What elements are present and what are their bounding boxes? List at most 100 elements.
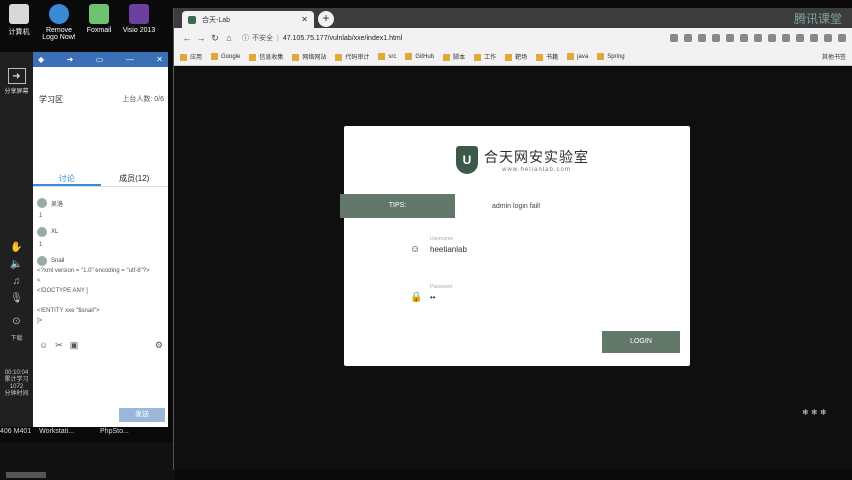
desktop-icon-computer[interactable]: 计算机 [0,0,38,48]
bookmark-item[interactable]: 信息收集 [249,52,283,61]
logo-title: 合天网安实验室 [484,150,589,166]
bookmark-item[interactable]: 工作 [474,52,496,61]
password-field[interactable]: 🔒 Password •• [410,284,452,304]
gear-icon[interactable]: ⚙ [155,340,163,351]
extension-icon[interactable] [782,34,790,42]
stats-line: 累计学习 [4,377,29,383]
bookmark-item[interactable]: 书籍 [536,52,558,61]
bookmark-item[interactable]: java [567,52,588,60]
star-icon[interactable] [684,34,692,42]
google-icon [211,52,219,60]
mic-icon[interactable]: 🎙 [10,293,23,304]
key-icon[interactable] [670,34,678,42]
window-icon[interactable]: ▭ [96,55,104,64]
desktop-icon-foxmail[interactable]: Foxmail [80,0,118,48]
extension-icon[interactable] [824,34,832,42]
message-body: 1 [39,213,43,219]
login-card: U 合天网安实验室 www.hetianlab.com TIPS: admin … [340,126,690,366]
bookmark-label: GitHub [415,54,435,61]
close-icon[interactable]: ✕ [156,55,163,64]
tab-members[interactable]: 成员(12) [101,171,169,186]
desktop-icon-label: 计算机 [8,29,30,36]
new-tab-button[interactable]: + [318,11,334,27]
folder-icon [567,52,575,60]
share-screen-label: 分享屏幕 [4,89,29,95]
desktop-icon-visio[interactable]: Visio 2013 [120,0,158,48]
info-icon[interactable]: ⓘ [242,33,249,43]
bookmark-item[interactable]: Google [211,52,240,60]
room-title: 学习区 [39,95,63,104]
extension-icon[interactable] [740,34,748,42]
emoji-icon[interactable]: ☺ [39,340,48,351]
extension-icon[interactable] [712,34,720,42]
visio-icon [129,4,149,24]
taskbar-button[interactable] [6,472,46,478]
desktop-icon-label: Foxmail [86,27,112,34]
download-icon[interactable]: ⊙ [12,316,20,327]
scissors-icon[interactable]: ✂ [55,340,63,351]
address-bar[interactable]: ⓘ 不安全 | 47.105.75.177/vulnlab/xxe/index1… [242,33,402,43]
bookmark-item[interactable]: 脚本 [443,52,465,61]
security-label: 不安全 [252,35,273,42]
foxmail-icon [89,4,109,24]
code-line: ]> [37,318,43,324]
home-icon[interactable]: ⌂ [222,33,236,43]
reload-icon[interactable]: ↻ [208,33,222,44]
taskbar-item[interactable]: Workstati... [39,428,74,440]
extension-icon[interactable] [796,34,804,42]
logo-subtitle: www.hetianlab.com [502,167,571,173]
shield-logo-icon: U [456,146,478,174]
menu-icon[interactable] [838,34,846,42]
password-input[interactable]: •• [430,293,452,302]
music-icon[interactable]: ♫ [13,276,21,287]
taskbar-item[interactable]: PhpSto... [100,428,129,440]
folder-icon [474,53,482,61]
bookmark-item[interactable]: 网络网站 [292,52,326,61]
tab-discussion[interactable]: 讨论 [33,171,101,186]
taskbar-item[interactable]: 406 M401 [0,428,31,440]
extension-icon[interactable] [810,34,818,42]
browser-toolbar: ← → ↻ ⌂ ⓘ 不安全 | 47.105.75.177/vulnlab/xx… [174,28,852,48]
user-icon: ☺ [410,244,421,255]
bookmark-item[interactable]: GitHub [405,52,435,61]
bookmark-item[interactable]: 应用 [180,52,202,61]
expand-icon[interactable]: ◆ [38,55,44,64]
bookmark-item[interactable]: src [378,52,396,60]
other-bookmarks[interactable]: 其他书签 [822,52,846,61]
arrow-icon[interactable]: ➜ [67,55,74,64]
message-user: XL [51,229,59,235]
page-content: U 合天网安实验室 www.hetianlab.com TIPS: admin … [174,66,852,470]
minimize-icon[interactable]: — [126,55,134,64]
username-field[interactable]: ☺ Username heetianlab [410,236,467,256]
extension-icon[interactable] [698,34,706,42]
folder-icon [292,53,300,61]
timer: 00:10:04 [4,370,29,376]
desktop-icon-label: Remove Logo Now! [42,27,76,41]
bookmark-item[interactable]: Spring [597,52,625,61]
logo-text: 合天网安实验室 www.hetianlab.com [484,147,589,173]
send-button[interactable]: 发送 [119,408,165,422]
username-input[interactable]: heetianlab [430,245,467,254]
download-label: 下载 [10,336,23,342]
favicon-icon [188,15,196,24]
forward-icon[interactable]: → [194,33,208,43]
taskbar-labels: 406 M401 Workstati... PhpSto... [0,428,175,440]
bookmark-label: 书籍 [546,55,559,61]
bookmark-item[interactable]: 靶场 [505,52,527,61]
extension-icon[interactable] [726,34,734,42]
back-icon[interactable]: ← [180,33,194,43]
login-button[interactable]: LOGIN [602,331,680,353]
hand-icon[interactable]: ✋ [10,242,22,253]
close-tab-icon[interactable]: ✕ [301,15,308,24]
image-icon[interactable]: ▣ [70,340,79,351]
folder-icon [335,53,343,61]
extension-icon[interactable] [768,34,776,42]
share-screen-button[interactable]: ➜ 分享屏幕 [0,52,33,95]
bookmark-label: Spring [607,54,625,61]
speaker-icon[interactable]: 🔈 [10,259,22,270]
desktop-icon-remove-logo[interactable]: Remove Logo Now! [40,0,78,48]
browser-tab[interactable]: 合天-Lab ✕ [182,11,314,28]
extension-icon[interactable] [754,34,762,42]
bookmark-item[interactable]: 代码审计 [335,52,369,61]
